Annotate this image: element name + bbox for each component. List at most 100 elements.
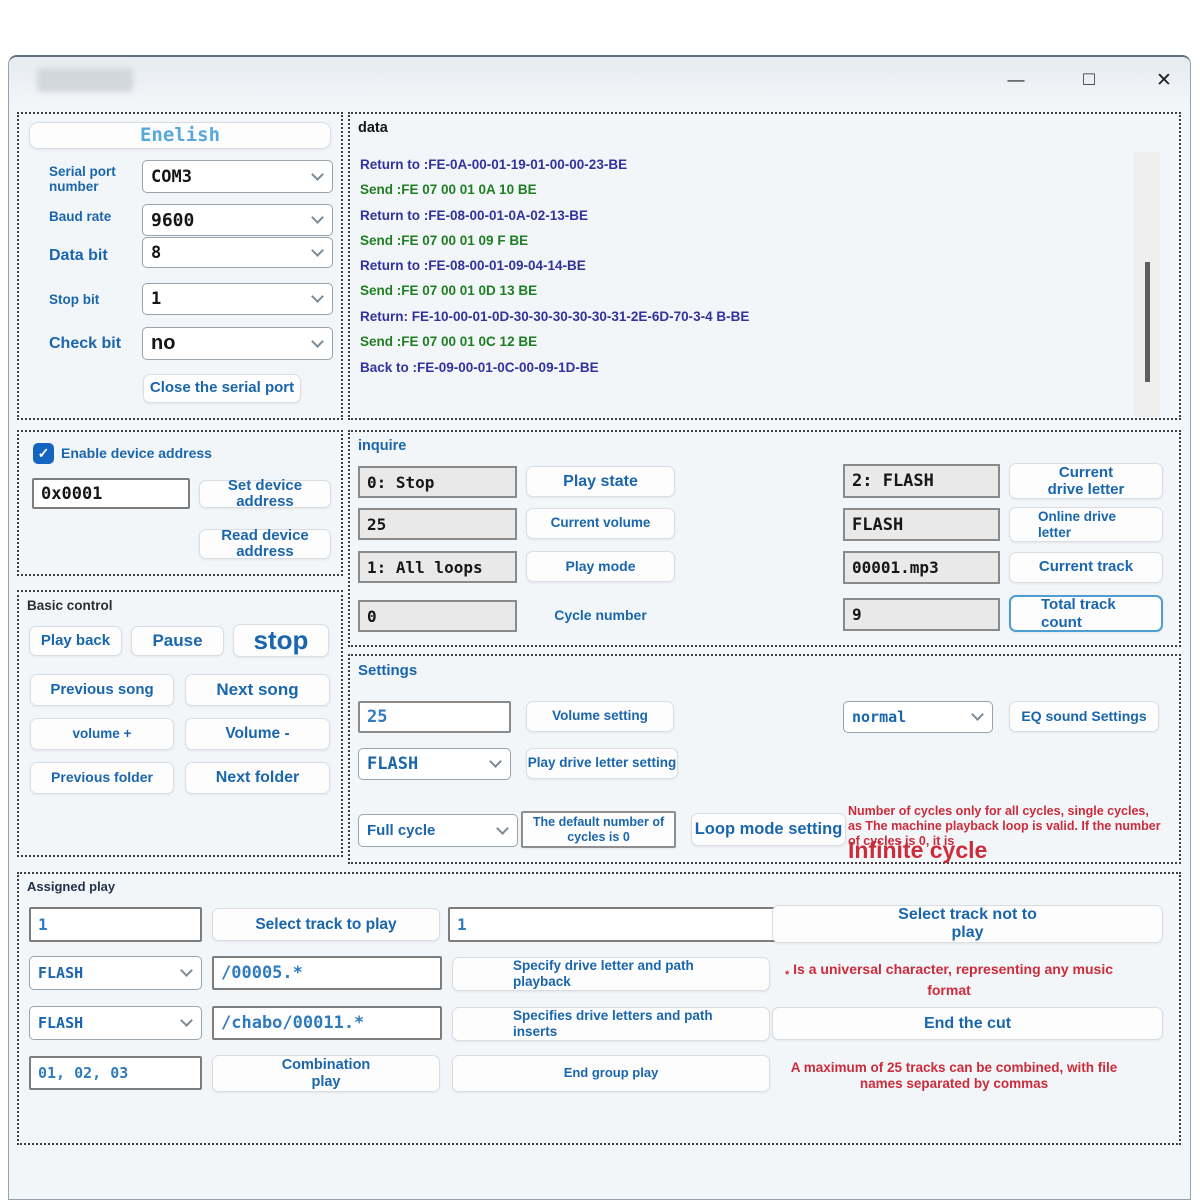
play-back-button[interactable]: Play back bbox=[29, 626, 122, 656]
pause-button[interactable]: Pause bbox=[131, 626, 224, 656]
play-state-button[interactable]: Play state bbox=[526, 466, 675, 497]
play-state-field: 0: Stop bbox=[358, 466, 517, 498]
default-cycles-note-box: The default number of cycles is 0 bbox=[521, 811, 676, 848]
skip-track-input[interactable]: 1 bbox=[448, 907, 782, 942]
play-mode-button[interactable]: Play mode bbox=[526, 551, 675, 582]
serial-port-select[interactable]: COM3 bbox=[142, 160, 333, 193]
select-track-to-play-button[interactable]: Select track to play bbox=[212, 908, 440, 941]
track-number-input[interactable]: 1 bbox=[29, 907, 202, 942]
chevron-down-icon bbox=[311, 243, 324, 257]
serial-port-value: COM3 bbox=[151, 166, 192, 187]
previous-folder-button[interactable]: Previous folder bbox=[30, 762, 174, 794]
combination-note: A maximum of 25 tracks can be combined, … bbox=[790, 1060, 1118, 1091]
current-track-button[interactable]: Current track bbox=[1009, 552, 1163, 583]
enable-device-address-label: Enable device address bbox=[61, 445, 212, 461]
current-volume-button[interactable]: Current volume bbox=[526, 508, 675, 539]
play-drive-select-value: FLASH bbox=[367, 754, 419, 774]
specify-path-input-2[interactable]: /chabo/00011.* bbox=[212, 1006, 442, 1040]
stop-button[interactable]: stop bbox=[233, 624, 329, 657]
data-log-panel: data Return to :FE-0A-00-01-19-01-00-00-… bbox=[348, 112, 1181, 420]
specify-drive-path-inserts-button[interactable]: Specifies drive letters and path inserts bbox=[452, 1007, 770, 1041]
specify-drive-select-2-value: FLASH bbox=[38, 1014, 84, 1032]
eq-select-value: normal bbox=[852, 708, 907, 726]
settings-title: Settings bbox=[358, 662, 418, 679]
wildcard-note-text: Is a universal character, representing a… bbox=[793, 961, 1113, 998]
read-device-address-button[interactable]: Read device address bbox=[199, 527, 331, 560]
play-mode-field: 1: All loops bbox=[358, 551, 517, 583]
close-icon[interactable]: ✕ bbox=[1150, 66, 1178, 94]
enable-device-address-checkbox[interactable]: ✓ bbox=[33, 443, 54, 464]
end-the-cut-button[interactable]: End the cut bbox=[772, 1007, 1163, 1040]
device-address-panel: ✓ Enable device address 0x0001 Set devic… bbox=[17, 430, 343, 576]
select-track-not-to-play-button[interactable]: Select track not to play bbox=[772, 905, 1163, 943]
close-serial-port-button[interactable]: Close the serial port bbox=[143, 374, 301, 403]
data-log-title: data bbox=[358, 120, 388, 136]
current-volume-field: 25 bbox=[358, 508, 517, 540]
combination-tracks-input[interactable]: 01, 02, 03 bbox=[29, 1056, 202, 1090]
stop-bit-select[interactable]: 1 bbox=[142, 283, 333, 315]
app-title bbox=[37, 68, 133, 92]
check-icon: ✓ bbox=[37, 445, 50, 461]
loop-mode-setting-button[interactable]: Loop mode setting bbox=[691, 813, 846, 846]
log-line: Send :FE 07 00 01 0C 12 BE bbox=[360, 334, 538, 349]
chevron-down-icon bbox=[311, 211, 324, 224]
chevron-down-icon bbox=[971, 708, 984, 721]
loop-mode-select[interactable]: Full cycle bbox=[358, 814, 518, 847]
eq-select[interactable]: normal bbox=[843, 701, 993, 733]
volume-down-button[interactable]: Volume - bbox=[185, 718, 330, 750]
default-cycles-note-label: The default number of cycles is 0 bbox=[532, 815, 665, 844]
specify-path-input-1[interactable]: /00005.* bbox=[212, 956, 442, 990]
set-device-address-button[interactable]: Set device address bbox=[199, 477, 331, 510]
specify-drive-path-playback-button[interactable]: Specify drive letter and path playback bbox=[452, 957, 770, 991]
baud-rate-select[interactable]: 9600 bbox=[142, 204, 333, 236]
play-drive-letter-setting-button[interactable]: Play drive letter setting bbox=[526, 748, 678, 779]
log-line: Return to :FE-08-00-01-0A-02-13-BE bbox=[360, 208, 589, 223]
log-line: Send :FE 07 00 01 0D 13 BE bbox=[360, 283, 538, 298]
previous-song-button[interactable]: Previous song bbox=[30, 674, 174, 706]
inquire-title: inquire bbox=[358, 438, 407, 454]
loop-mode-select-value: Full cycle bbox=[367, 822, 436, 839]
minimize-icon[interactable]: — bbox=[1002, 66, 1030, 94]
check-bit-select[interactable]: no bbox=[142, 327, 333, 360]
volume-setting-button[interactable]: Volume setting bbox=[526, 701, 674, 732]
chevron-down-icon bbox=[311, 290, 324, 303]
play-drive-select[interactable]: FLASH bbox=[358, 748, 511, 780]
combination-play-label: Combination play bbox=[281, 1056, 371, 1090]
log-line: Send :FE 07 00 01 0A 10 BE bbox=[360, 182, 537, 197]
log-line: Send :FE 07 00 01 09 F BE bbox=[360, 233, 529, 248]
current-drive-field: 2: FLASH bbox=[843, 464, 1000, 498]
combination-play-button[interactable]: Combination play bbox=[212, 1055, 440, 1092]
specify-drive-select-1-value: FLASH bbox=[38, 964, 84, 982]
online-drive-button-label: Online drive letter bbox=[1038, 508, 1117, 540]
online-drive-button[interactable]: Online drive letter bbox=[1009, 507, 1163, 542]
total-track-field: 9 bbox=[843, 598, 1000, 631]
language-button[interactable]: Enelish bbox=[29, 122, 331, 149]
volume-up-button[interactable]: volume + bbox=[30, 718, 174, 750]
total-track-count-button-label: Total track count bbox=[1041, 596, 1116, 631]
next-folder-button[interactable]: Next folder bbox=[185, 762, 330, 794]
stop-bit-value: 1 bbox=[151, 289, 162, 309]
specify-drive-select-2[interactable]: FLASH bbox=[29, 1006, 202, 1040]
assigned-play-title: Assigned play bbox=[27, 879, 116, 894]
eq-sound-settings-button[interactable]: EQ sound Settings bbox=[1009, 701, 1159, 732]
specify-drive-select-1[interactable]: FLASH bbox=[29, 956, 202, 990]
chevron-down-icon bbox=[180, 964, 193, 977]
total-track-count-button[interactable]: Total track count bbox=[1009, 595, 1163, 632]
select-track-not-to-play-label: Select track not to play bbox=[898, 905, 1037, 941]
device-address-input[interactable]: 0x0001 bbox=[32, 478, 190, 509]
check-bit-value: no bbox=[151, 332, 176, 354]
data-bit-select[interactable]: 8 bbox=[142, 237, 333, 268]
serial-settings-panel: Enelish Serial port number COM3 Baud rat… bbox=[17, 112, 343, 420]
scrollbar[interactable] bbox=[1134, 152, 1160, 417]
end-group-play-button[interactable]: End group play bbox=[452, 1055, 770, 1092]
wildcard-note: * Is a universal character, representing… bbox=[779, 961, 1119, 998]
volume-setting-input[interactable]: 25 bbox=[358, 701, 511, 733]
current-drive-button[interactable]: Current drive letter bbox=[1009, 463, 1163, 499]
maximize-icon[interactable]: □ bbox=[1075, 66, 1103, 94]
stop-bit-label: Stop bit bbox=[49, 292, 100, 307]
next-song-button[interactable]: Next song bbox=[185, 674, 330, 706]
log-line: Return to :FE-08-00-01-09-04-14-BE bbox=[360, 258, 586, 273]
scrollbar-thumb[interactable] bbox=[1145, 262, 1150, 382]
specify-drive-path-inserts-label: Specifies drive letters and path inserts bbox=[513, 1008, 713, 1039]
specify-drive-path-playback-label: Specify drive letter and path playback bbox=[513, 958, 694, 989]
